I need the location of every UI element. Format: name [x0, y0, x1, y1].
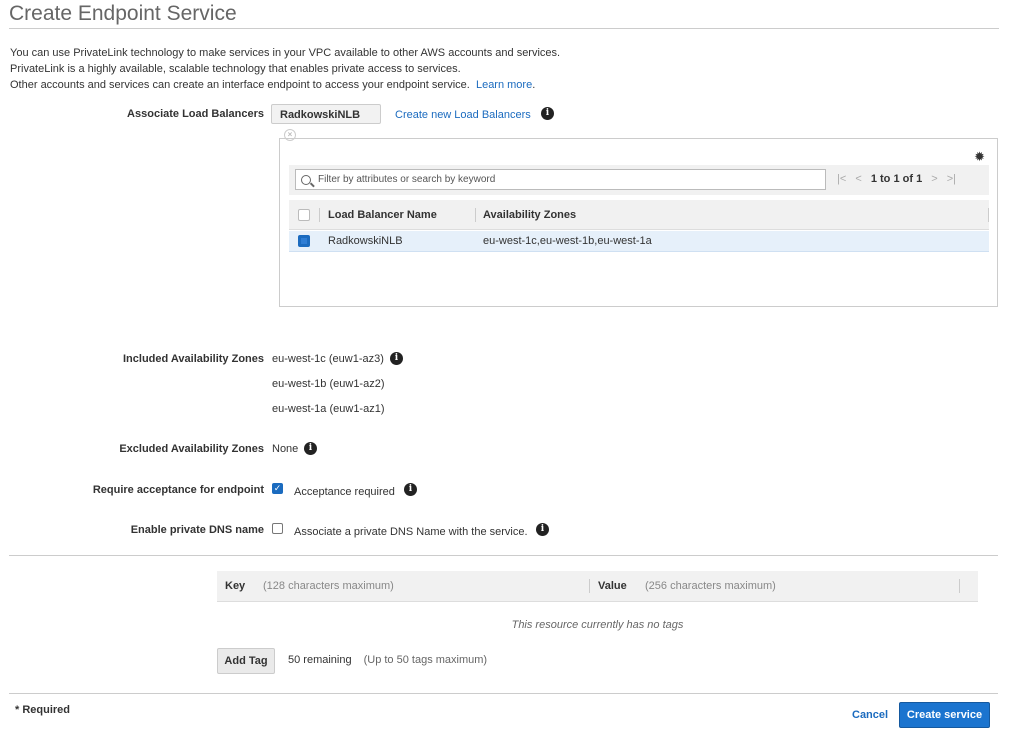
info-icon[interactable]: i	[536, 523, 549, 536]
cell-zones: eu-west-1c,eu-west-1b,eu-west-1a	[483, 235, 652, 247]
tags-value-label: Value	[598, 580, 627, 592]
learn-more-link[interactable]: Learn more	[476, 79, 532, 91]
tags-remaining: 50 remaining (Up to 50 tags maximum)	[288, 654, 487, 666]
included-zones-label: Included Availability Zones	[123, 353, 264, 365]
column-divider	[319, 208, 320, 222]
info-icon[interactable]: i	[541, 107, 554, 120]
tags-remaining-count: 50 remaining	[288, 654, 352, 666]
cancel-button[interactable]: Cancel	[852, 709, 888, 721]
row-checkbox[interactable]	[298, 235, 310, 247]
included-zone-2: eu-west-1b (euw1-az2)	[272, 378, 385, 390]
included-zone-3: eu-west-1a (euw1-az1)	[272, 403, 385, 415]
excluded-zones-value: None	[272, 443, 299, 455]
prev-page-icon[interactable]: <	[855, 173, 861, 185]
intro-line-3-text: Other accounts and services can create a…	[10, 79, 470, 91]
column-divider	[959, 579, 960, 593]
private-dns-label: Enable private DNS name	[130, 524, 264, 536]
select-all-checkbox[interactable]	[298, 209, 310, 221]
tags-key-label: Key	[225, 580, 246, 592]
table-toolbar: Filter by attributes or search by keywor…	[289, 165, 989, 195]
column-divider	[988, 208, 989, 222]
last-page-icon[interactable]: >|	[947, 173, 956, 185]
section-divider	[9, 555, 998, 556]
table-row[interactable]: RadkowskiNLB eu-west-1c,eu-west-1b,eu-we…	[289, 231, 989, 252]
pagination: |< < 1 to 1 of 1 > >|	[837, 173, 956, 185]
require-acceptance-label: Require acceptance for endpoint	[92, 484, 264, 496]
intro-text: You can use PrivateLink technology to ma…	[10, 45, 560, 93]
selected-load-balancer-chip[interactable]: RadkowskiNLB×	[271, 104, 381, 142]
page-title: Create Endpoint Service	[9, 2, 237, 25]
column-header-zones[interactable]: Availability Zones	[483, 209, 576, 221]
private-dns-text: Associate a private DNS Name with the se…	[294, 526, 528, 538]
create-service-button[interactable]: Create service	[899, 702, 990, 728]
gear-icon[interactable]: ✹	[974, 149, 985, 165]
footer-divider	[9, 693, 998, 694]
info-icon[interactable]: i	[304, 442, 317, 455]
search-icon	[301, 175, 311, 185]
tags-value-hint: (256 characters maximum)	[645, 580, 776, 592]
create-load-balancers-link[interactable]: Create new Load Balancers	[395, 109, 531, 121]
intro-line-2: PrivateLink is a highly available, scala…	[10, 63, 461, 75]
intro-line-3: Other accounts and services can create a…	[10, 77, 560, 93]
add-tag-button[interactable]: Add Tag	[217, 648, 275, 674]
associate-load-balancers-label: Associate Load Balancers	[127, 108, 264, 120]
tags-header: Key (128 characters maximum) Value (256 …	[217, 571, 978, 602]
required-note: * Required	[15, 704, 71, 716]
info-icon[interactable]: i	[390, 352, 403, 365]
load-balancer-table-panel: ✹ Filter by attributes or search by keyw…	[279, 138, 998, 307]
cell-name: RadkowskiNLB	[328, 235, 403, 247]
acceptance-checkbox[interactable]: ✓	[272, 483, 283, 494]
tags-key-hint: (128 characters maximum)	[263, 580, 394, 592]
title-divider	[9, 28, 999, 29]
info-icon[interactable]: i	[404, 483, 417, 496]
column-divider	[475, 208, 476, 222]
tags-limit-hint: (Up to 50 tags maximum)	[363, 654, 488, 666]
column-header-name[interactable]: Load Balancer Name	[328, 209, 437, 221]
filter-input[interactable]: Filter by attributes or search by keywor…	[295, 169, 826, 190]
pager-text: 1 to 1 of 1	[870, 173, 923, 185]
next-page-icon[interactable]: >	[931, 173, 937, 185]
acceptance-text: Acceptance required	[294, 486, 395, 498]
no-tags-message: This resource currently has no tags	[511, 619, 684, 631]
included-zone-1: eu-west-1c (euw1-az3)	[272, 353, 384, 365]
excluded-zones-label: Excluded Availability Zones	[119, 443, 264, 455]
table-header: Load Balancer Name Availability Zones	[289, 200, 989, 230]
first-page-icon[interactable]: |<	[837, 173, 846, 185]
intro-line-1: You can use PrivateLink technology to ma…	[10, 47, 561, 59]
column-divider	[589, 579, 590, 593]
private-dns-checkbox[interactable]	[272, 523, 283, 534]
chip-label: RadkowskiNLB	[280, 109, 361, 121]
learn-more-suffix: .	[532, 79, 536, 91]
